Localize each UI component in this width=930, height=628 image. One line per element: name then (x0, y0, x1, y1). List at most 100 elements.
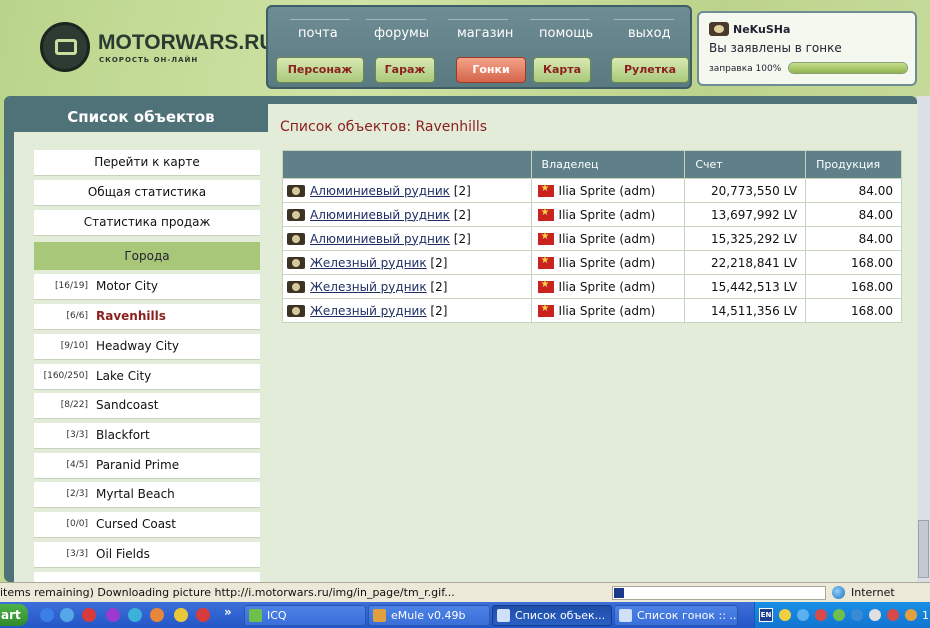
column-header-product[interactable]: Продукция (805, 150, 902, 179)
sidebar-link-label: Перейти к карте (94, 155, 200, 169)
logo[interactable]: MOTORWARS.RU СКОРОСТЬ ОН-ЛАЙН (0, 0, 275, 96)
object-link[interactable]: Железный рудник (310, 304, 427, 318)
quicklaunch-opera-icon[interactable] (82, 608, 96, 622)
owner-name[interactable]: Ilia Sprite (adm) (559, 280, 656, 294)
city-item-paranid-prime[interactable]: [4/5] Paranid Prime (34, 453, 260, 479)
scrollbar-thumb[interactable] (918, 520, 929, 578)
city-count: [0/0] (66, 519, 88, 529)
status-text: items remaining) Downloading picture htt… (0, 586, 455, 599)
object-link[interactable]: Алюминиевый рудник (310, 184, 450, 198)
quicklaunch-ie-icon[interactable] (40, 608, 54, 622)
city-item-oil-fields[interactable]: [3/3] Oil Fields (34, 542, 260, 568)
quicklaunch-chrome-icon[interactable] (174, 608, 188, 622)
city-item-cursed-coast[interactable]: [0/0] Cursed Coast (34, 512, 260, 538)
sidebar-link-sales-stats[interactable]: Статистика продаж (34, 210, 260, 236)
column-header-object[interactable] (282, 150, 532, 179)
fuel-progress-bar (788, 62, 908, 74)
city-item-headway-city[interactable]: [9/10] Headway City (34, 334, 260, 360)
owner-name[interactable]: Ilia Sprite (adm) (559, 256, 656, 270)
nav-link-shop[interactable]: магазин (457, 26, 513, 41)
download-progress-bar (612, 586, 826, 600)
object-link[interactable]: Железный рудник (310, 280, 427, 294)
taskbar-task-races-list[interactable]: Список гонок :: ... (614, 605, 738, 626)
tray-volume-icon[interactable] (869, 609, 881, 621)
nav-link-help[interactable]: помощь (539, 26, 593, 41)
tray-shield-icon[interactable] (779, 609, 791, 621)
product-cell: 168.00 (805, 274, 902, 299)
owner-cell: Ilia Sprite (adm) (530, 226, 686, 251)
object-link[interactable]: Алюминиевый рудник (310, 208, 450, 222)
top-navigation: почта форумы магазин помощь выход Персон… (266, 5, 692, 89)
quicklaunch-chevron[interactable]: » (224, 605, 232, 619)
resource-icon (287, 256, 305, 269)
quicklaunch-app-icon[interactable] (128, 608, 142, 622)
city-item-partial[interactable] (34, 572, 260, 582)
object-qty: [2] (430, 255, 448, 270)
tray-alert-icon[interactable] (887, 609, 899, 621)
quicklaunch-firefox-icon[interactable] (150, 608, 164, 622)
city-item-blackfort[interactable]: [3/3] Blackfort (34, 423, 260, 449)
quicklaunch-app-icon[interactable] (106, 608, 120, 622)
city-item-myrtal-beach[interactable]: [2/3] Myrtal Beach (34, 482, 260, 508)
resource-icon (287, 208, 305, 221)
tray-app-icon[interactable] (905, 609, 917, 621)
object-link[interactable]: Железный рудник (310, 256, 427, 270)
security-zone[interactable]: Internet (832, 586, 930, 600)
nav-separator (290, 19, 350, 20)
city-name: Sandcoast (96, 398, 159, 412)
language-indicator[interactable]: EN (759, 608, 773, 622)
object-qty: [2] (453, 207, 471, 222)
resource-icon (287, 304, 305, 317)
account-cell: 22,218,841 LV (684, 250, 807, 275)
taskbar-task-icq[interactable]: ICQ (244, 605, 366, 626)
sidebar-link-general-stats[interactable]: Общая статистика (34, 180, 260, 206)
task-label: Список гонок :: ... (637, 609, 738, 622)
owner-name[interactable]: Ilia Sprite (adm) (559, 208, 656, 222)
nav-link-logout[interactable]: выход (628, 26, 671, 41)
quicklaunch-ie-icon[interactable] (60, 608, 74, 622)
city-item-sandcoast[interactable]: [8/22] Sandcoast (34, 393, 260, 419)
city-count: [2/3] (66, 489, 88, 499)
nav-button-map[interactable]: Карта (533, 57, 591, 83)
nav-button-garage[interactable]: Гараж (375, 57, 435, 83)
sidebar-link-map[interactable]: Перейти к карте (34, 150, 260, 176)
owner-name[interactable]: Ilia Sprite (adm) (559, 232, 656, 246)
city-name: Paranid Prime (96, 458, 180, 472)
tray-network-icon[interactable] (851, 609, 863, 621)
icq-flower-icon (249, 609, 262, 622)
column-header-account[interactable]: Счет (684, 150, 807, 179)
tray-icq-icon[interactable] (833, 609, 845, 621)
city-item-lake-city[interactable]: [160/250] Lake City (34, 364, 260, 390)
object-link[interactable]: Алюминиевый рудник (310, 232, 450, 246)
resource-icon (287, 280, 305, 293)
city-item-motor-city[interactable]: [16/19] Motor City (34, 274, 260, 300)
product-cell: 168.00 (805, 250, 902, 275)
owner-name[interactable]: Ilia Sprite (adm) (559, 304, 656, 318)
account-cell: 15,325,292 LV (684, 226, 807, 251)
owner-cell: Ilia Sprite (adm) (530, 178, 686, 203)
owner-name[interactable]: Ilia Sprite (adm) (559, 184, 656, 198)
table-header-row: Владелец Счет Продукция (282, 150, 902, 179)
vertical-scrollbar[interactable] (917, 96, 930, 582)
product-cell: 84.00 (805, 226, 902, 251)
tray-app-icon[interactable] (797, 609, 809, 621)
nav-link-forums[interactable]: форумы (374, 26, 429, 41)
quicklaunch-aim-icon[interactable] (196, 608, 210, 622)
object-cell: Железный рудник [2] (282, 250, 532, 275)
city-name: Lake City (96, 369, 152, 383)
start-button[interactable]: art (0, 604, 28, 626)
column-header-owner[interactable]: Владелец (530, 150, 686, 179)
taskbar-task-objects-list[interactable]: Список объек... (492, 605, 612, 626)
user-panel: NeKuSHa Вы заявлены в гонке заправка 100… (697, 11, 917, 86)
city-count: [4/5] (66, 460, 88, 470)
nav-link-mail[interactable]: почта (298, 26, 338, 41)
nav-button-races[interactable]: Гонки (456, 57, 526, 83)
object-cell: Железный рудник [2] (282, 298, 532, 323)
user-name[interactable]: NeKuSHa (733, 23, 790, 36)
nav-button-roulette[interactable]: Рулетка (611, 57, 689, 83)
logo-slogan: СКОРОСТЬ ОН-ЛАЙН (99, 56, 199, 64)
taskbar-task-emule[interactable]: eMule v0.49b (368, 605, 490, 626)
city-item-ravenhills[interactable]: [6/6] Ravenhills (34, 304, 260, 330)
tray-antivirus-icon[interactable] (815, 609, 827, 621)
nav-button-character[interactable]: Персонаж (276, 57, 364, 83)
